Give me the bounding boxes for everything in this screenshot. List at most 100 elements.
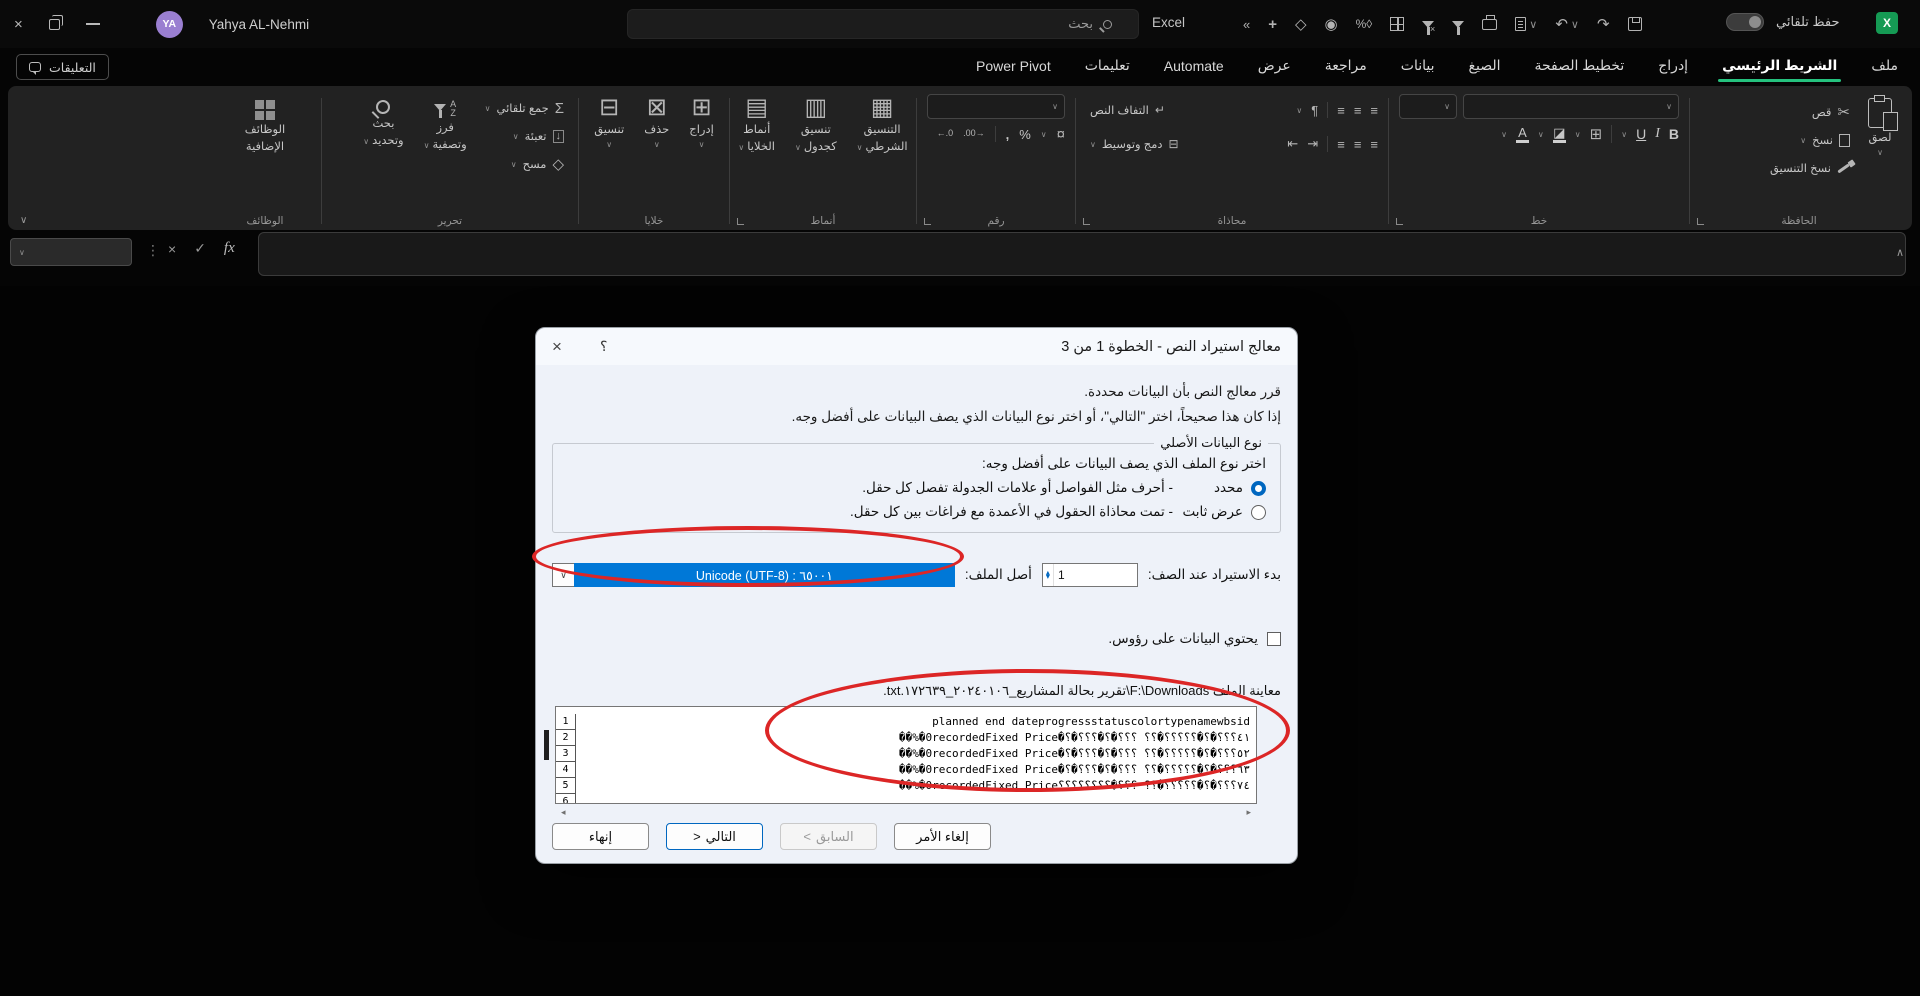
sort-filter-button[interactable]: AZ فرز وتصفية∨ <box>418 98 473 155</box>
chevron-down-icon[interactable]: ∨ <box>1575 130 1581 139</box>
align-bottom-icon[interactable]: ≡ <box>1337 103 1345 118</box>
autosum-button[interactable]: Σجمع تلقائي∨ <box>481 96 568 120</box>
tab-power-pivot[interactable]: Power Pivot <box>974 55 1053 82</box>
dialog-launcher-icon[interactable] <box>1083 218 1090 225</box>
fill-button[interactable]: ↓تعبئة∨ <box>481 124 568 148</box>
confirm-entry-icon[interactable]: ✓ <box>194 240 206 257</box>
save-icon[interactable] <box>1628 17 1642 31</box>
borders-grid-icon[interactable] <box>1390 17 1404 31</box>
find-select-button[interactable]: بحث وتحديد∨ <box>357 98 409 151</box>
chevron-down-icon[interactable]: ∨ <box>552 563 574 587</box>
chevron-down-icon[interactable]: ∨ <box>1041 130 1047 139</box>
close-window-icon[interactable]: × <box>14 16 23 33</box>
bold-button[interactable]: B <box>1669 126 1679 142</box>
shape-circle-icon[interactable]: ◉ <box>1325 15 1338 33</box>
font-name-select[interactable]: ∨ <box>1463 94 1679 119</box>
fixed-width-option[interactable]: عرض ثابت - تمت محاذاة الحقول في الأعمدة … <box>567 504 1266 520</box>
tab-formulas[interactable]: الصيغ <box>1467 54 1503 82</box>
format-cells-button[interactable]: ⊟ تنسيق ∨ <box>588 94 630 152</box>
close-dialog-icon[interactable]: × <box>552 337 562 357</box>
search-input[interactable]: بحث <box>627 9 1139 39</box>
tab-automate[interactable]: Automate <box>1162 55 1226 82</box>
percent-style-icon[interactable]: %◊ <box>1356 17 1373 31</box>
finish-button[interactable]: إنهاء <box>552 823 649 850</box>
align-top-icon[interactable]: ≡ <box>1370 103 1378 118</box>
align-center-icon[interactable]: ≡ <box>1354 137 1362 152</box>
preview-vertical-scrollbar[interactable] <box>544 730 549 760</box>
headers-checkbox[interactable] <box>1267 632 1281 646</box>
file-preview-box[interactable]: 1 2 3 4 5 6 ‭planned end dateprogresssta… <box>555 706 1257 804</box>
formula-bar-handle-icon[interactable]: ⋮ <box>146 242 160 259</box>
next-button[interactable]: >التالي <box>666 823 763 850</box>
move-icon[interactable]: + <box>1268 16 1277 33</box>
copy-button[interactable]: نسخ∨ <box>1766 128 1854 152</box>
insert-cells-button[interactable]: ⊞ إدراج ∨ <box>683 94 720 152</box>
comments-button[interactable]: التعليقات <box>16 54 109 80</box>
accounting-format-icon[interactable]: ¤ <box>1057 127 1065 142</box>
dialog-launcher-icon[interactable] <box>924 218 931 225</box>
headers-checkbox-row[interactable]: يحتوي البيانات على رؤوس. <box>552 631 1281 647</box>
text-direction-icon[interactable]: ¶ <box>1311 103 1318 118</box>
scroll-right-icon[interactable]: ▸ <box>1246 807 1251 818</box>
font-color-button[interactable]: A <box>1516 126 1529 143</box>
font-size-select[interactable]: ∨ <box>1399 94 1457 119</box>
scroll-left-icon[interactable]: ◂ <box>561 807 566 818</box>
format-painter-button[interactable]: نسخ التنسيق <box>1766 156 1854 180</box>
clear-filter-icon[interactable]: × <box>1422 21 1434 28</box>
cancel-entry-icon[interactable]: × <box>168 241 176 257</box>
print-icon[interactable] <box>1482 19 1497 30</box>
radio-selected-icon[interactable] <box>1251 481 1266 496</box>
help-icon[interactable]: ؟ <box>600 338 607 355</box>
increase-decimal-icon[interactable]: .00→ <box>963 129 985 139</box>
page-setup-group[interactable]: ∨ <box>1515 17 1537 31</box>
chevron-down-icon[interactable]: ∨ <box>1296 106 1302 115</box>
cancel-button[interactable]: إلغاء الأمر <box>894 823 991 850</box>
cut-button[interactable]: ✂قص <box>1766 100 1854 124</box>
autosave-toggle[interactable] <box>1726 13 1764 31</box>
percent-format-icon[interactable]: % <box>1019 127 1031 142</box>
dialog-launcher-icon[interactable] <box>1396 218 1403 225</box>
insert-function-icon[interactable]: fx <box>224 240 235 257</box>
tab-view[interactable]: عرض <box>1256 54 1293 82</box>
file-origin-select[interactable]: Unicode (UTF-8) : ٦٥٠٠١ ∨ <box>552 563 955 587</box>
spinner-arrows-icon[interactable]: ▴▾ <box>1043 564 1054 586</box>
merge-center-button[interactable]: ⊟دمج وتوسيط∨ <box>1086 132 1183 156</box>
tab-page-layout[interactable]: تخطيط الصفحة <box>1533 54 1627 82</box>
fill-color-button[interactable]: ◪ <box>1553 126 1566 143</box>
tab-insert[interactable]: إدراج <box>1656 54 1690 82</box>
undo-group[interactable]: ↶∨ <box>1555 15 1579 33</box>
chevron-down-icon[interactable]: ∨ <box>1501 130 1507 139</box>
number-format-select[interactable]: ∨ <box>927 94 1065 119</box>
format-as-table-button[interactable]: ▥ تنسيق كجدول∨ <box>789 94 843 157</box>
chevron-down-icon[interactable]: ∨ <box>1621 130 1627 139</box>
avatar[interactable]: YA <box>156 11 183 38</box>
dialog-launcher-icon[interactable] <box>737 218 744 225</box>
start-row-spinner[interactable]: ▴▾ 1 <box>1042 563 1138 587</box>
tab-home[interactable]: الشريط الرئيسي <box>1720 54 1839 82</box>
radio-unselected-icon[interactable] <box>1251 505 1266 520</box>
addins-button[interactable]: الوظائف الإضافية <box>239 98 291 157</box>
tab-review[interactable]: مراجعة <box>1323 54 1369 82</box>
minimize-window-icon[interactable] <box>86 23 100 25</box>
align-middle-icon[interactable]: ≡ <box>1354 103 1362 118</box>
chevrons-more-icon[interactable]: « <box>1243 17 1250 32</box>
cell-styles-button[interactable]: ▤ أنماط الخلايا∨ <box>732 94 781 157</box>
decrease-indent-icon[interactable]: ⇥ <box>1307 136 1318 152</box>
underline-button[interactable]: U <box>1636 126 1646 142</box>
decrease-decimal-icon[interactable]: ←.0 <box>937 129 954 139</box>
clear-button[interactable]: ◇مسح∨ <box>481 152 568 176</box>
borders-button[interactable]: ⊞ <box>1590 127 1603 142</box>
dialog-launcher-icon[interactable] <box>1697 218 1704 225</box>
italic-button[interactable]: I <box>1655 126 1660 142</box>
delimited-option[interactable]: محدد - أحرف مثل الفواصل أو علامات الجدول… <box>567 480 1266 496</box>
paste-button[interactable]: لصق ∨ <box>1862 96 1898 160</box>
conditional-formatting-button[interactable]: ▦ التنسيق الشرطي∨ <box>851 94 914 157</box>
increase-indent-icon[interactable]: ⇤ <box>1287 136 1298 152</box>
preview-horizontal-scrollbar[interactable]: ◂ ▸ <box>555 804 1257 818</box>
align-left-icon[interactable]: ≡ <box>1337 137 1345 152</box>
excel-logo[interactable]: X <box>1876 12 1898 34</box>
collapse-formula-bar-icon[interactable]: ∧ <box>1896 246 1904 259</box>
comma-format-icon[interactable]: , <box>1006 127 1010 142</box>
name-box[interactable]: ∨ <box>10 238 132 266</box>
filter-icon[interactable] <box>1452 21 1464 28</box>
